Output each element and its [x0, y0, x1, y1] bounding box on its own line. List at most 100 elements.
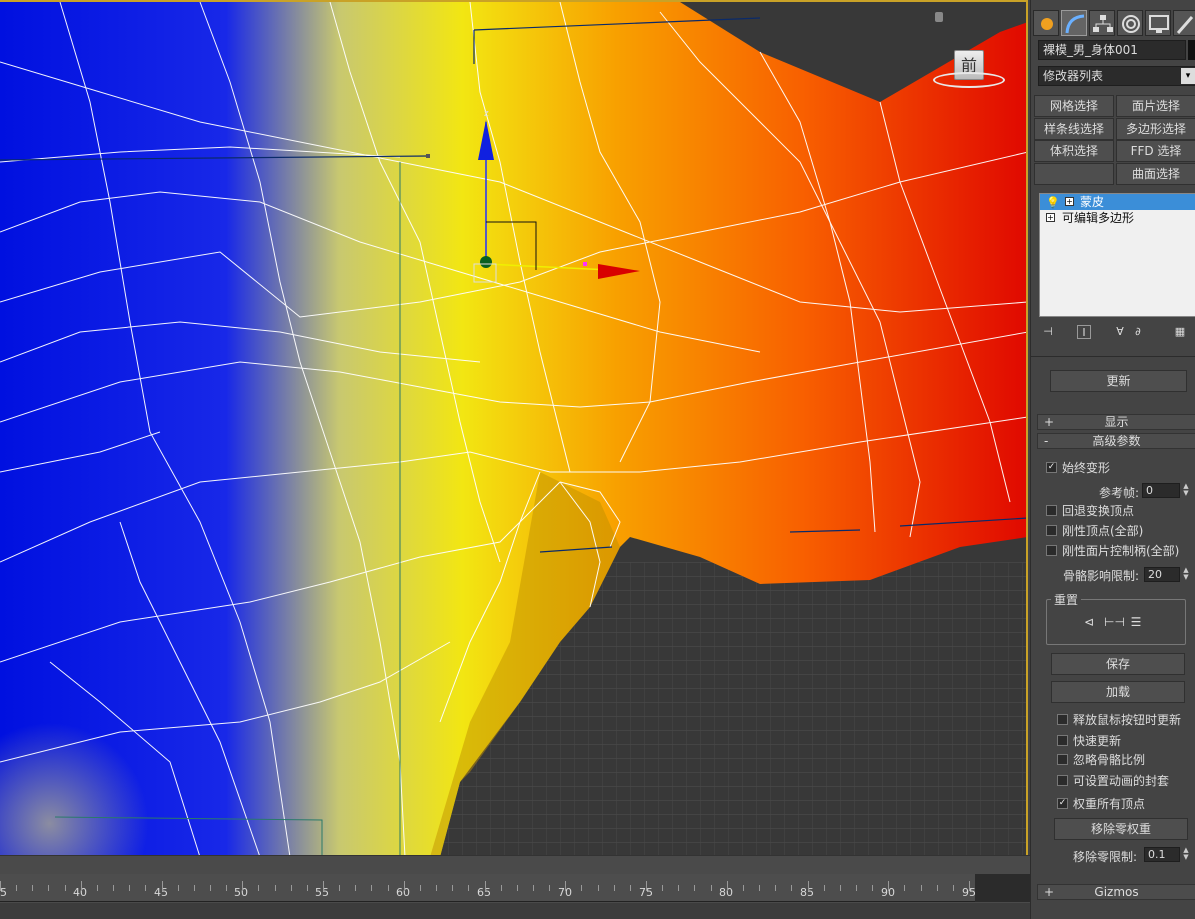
ruler-tick	[872, 885, 874, 891]
checkbox[interactable]	[1057, 775, 1068, 786]
expand-icon[interactable]: +	[1046, 213, 1055, 222]
expand-icon[interactable]: +	[1065, 197, 1074, 206]
stack-item-skin[interactable]: 💡 + 蒙皮	[1040, 194, 1195, 210]
divider	[1031, 356, 1195, 357]
make-unique-icon[interactable]: ∀	[1113, 325, 1127, 339]
rollout-advanced[interactable]: - 高级参数	[1037, 433, 1195, 449]
save-button[interactable]: 保存	[1051, 653, 1185, 675]
spinner-arrows-icon[interactable]: ▲ ▼	[1181, 567, 1191, 582]
lightbulb-icon[interactable]: 💡	[1046, 195, 1060, 211]
lock-icon[interactable]	[935, 12, 943, 22]
checkbox[interactable]	[1057, 735, 1068, 746]
configure-sets-icon[interactable]: ▦	[1173, 325, 1187, 339]
motion-tab-icon[interactable]	[1117, 10, 1143, 36]
spinner-arrows-icon[interactable]: ▲ ▼	[1181, 847, 1191, 862]
ruler-tick	[403, 881, 405, 891]
object-name-field[interactable]: 裸模_男_身体001	[1038, 40, 1186, 60]
spline-select-button[interactable]: 样条线选择	[1034, 118, 1114, 140]
ruler-tick	[0, 881, 1, 891]
perspective-viewport[interactable]: z 前	[0, 0, 1028, 855]
ruler-tick	[129, 885, 131, 891]
reset-all-icon[interactable]: ☰	[1128, 615, 1144, 629]
checkbox[interactable]	[1057, 754, 1068, 765]
remove-zero-weights-button[interactable]: 移除零权重	[1054, 818, 1188, 840]
skin-weight-mesh: z	[0, 2, 1026, 855]
ruler-tick	[823, 885, 825, 891]
create-tab-icon[interactable]	[1033, 10, 1059, 36]
ruler-tick	[113, 885, 115, 891]
ruler-tick	[387, 885, 389, 891]
ruler-tick	[839, 885, 841, 891]
ruler-tick	[532, 885, 534, 891]
spinner-arrows-icon[interactable]: ▲ ▼	[1181, 483, 1191, 498]
timeline[interactable]: 5 40 45 50 55 60 65 70 75 80 85 90 95	[0, 855, 1030, 919]
patch-select-button[interactable]: 面片选择	[1116, 95, 1195, 117]
remove-zero-limit-spinner[interactable]: 0.1	[1144, 847, 1180, 862]
show-end-result-icon[interactable]: Ι	[1077, 325, 1091, 339]
pin-stack-icon[interactable]: ⊣	[1041, 325, 1055, 339]
chevron-down-icon[interactable]: ▾	[1181, 68, 1195, 84]
object-color-swatch[interactable]	[1188, 40, 1195, 60]
command-panel-tabs	[1031, 6, 1195, 36]
checkbox[interactable]	[1046, 505, 1057, 516]
display-tab-icon[interactable]	[1145, 10, 1171, 36]
checkbox-label: 快速更新	[1073, 734, 1122, 748]
ref-frame-spinner[interactable]: 0	[1142, 483, 1180, 498]
bone-limit-spinner[interactable]: 20	[1144, 567, 1180, 582]
ruler-tick	[742, 885, 744, 891]
ruler-tick	[597, 885, 599, 891]
ruler-tick	[694, 885, 696, 891]
checkbox[interactable]: ✓	[1046, 462, 1057, 473]
ruler-tick	[32, 885, 34, 891]
ruler-tick	[193, 885, 195, 891]
ruler-tick	[161, 881, 163, 891]
load-button[interactable]: 加载	[1051, 681, 1185, 703]
remove-modifier-icon[interactable]: ∂	[1131, 325, 1145, 339]
vol-select-button[interactable]: 体积选择	[1034, 140, 1114, 162]
status-bar	[0, 903, 1030, 919]
ruler-tick	[565, 881, 567, 891]
stack-item-editable-poly[interactable]: + 可编辑多边形	[1040, 210, 1195, 226]
update-button[interactable]: 更新	[1050, 370, 1187, 392]
modifier-list-dropdown[interactable]: 修改器列表 ▾	[1038, 66, 1195, 86]
rollout-display[interactable]: + 显示	[1037, 414, 1195, 430]
reset-bone-icon[interactable]: ⊢⊣	[1104, 615, 1125, 629]
tick-label: 5	[0, 886, 7, 899]
ruler-tick	[355, 885, 357, 891]
ffd-select-button[interactable]: FFD 选择	[1116, 140, 1195, 162]
viewcube-ring[interactable]	[933, 72, 1005, 88]
remove-zero-limit-label: 移除零限制:	[1073, 850, 1138, 864]
ref-frame-label: 参考帧:	[1099, 486, 1140, 500]
hierarchy-tab-icon[interactable]	[1089, 10, 1115, 36]
ruler-tick	[904, 885, 906, 891]
mesh-select-button[interactable]: 网格选择	[1034, 95, 1114, 117]
ruler-tick	[468, 885, 470, 891]
poly-select-button[interactable]: 多边形选择	[1116, 118, 1195, 140]
ruler-tick	[209, 885, 211, 891]
checkbox[interactable]	[1057, 714, 1068, 725]
modifier-stack[interactable]: 💡 + 蒙皮 + 可编辑多边形	[1039, 193, 1195, 317]
checkbox[interactable]	[1046, 525, 1057, 536]
checkbox-label: 始终变形	[1062, 461, 1111, 475]
ruler-tick	[242, 881, 244, 891]
ruler-tick	[855, 885, 857, 891]
rollout-gizmos[interactable]: + Gizmos	[1037, 884, 1195, 900]
empty-preset-button[interactable]	[1034, 163, 1114, 185]
checkbox[interactable]: ✓	[1057, 798, 1068, 809]
ruler-tick	[952, 885, 954, 891]
tick-label: 55	[315, 886, 329, 899]
rollout-title: 显示	[1104, 415, 1129, 429]
modifier-list-label: 修改器列表	[1043, 69, 1104, 83]
checkbox[interactable]	[1046, 545, 1057, 556]
time-ruler[interactable]: 5 40 45 50 55 60 65 70 75 80 85 90 95	[0, 874, 1030, 902]
ruler-tick	[419, 885, 421, 891]
surface-select-button[interactable]: 曲面选择	[1116, 163, 1195, 185]
ruler-tick	[710, 885, 712, 891]
reset-vertex-icon[interactable]: ⊲	[1081, 615, 1097, 629]
ruler-tick	[629, 885, 631, 891]
utilities-tab-icon[interactable]	[1173, 10, 1195, 36]
ruler-tick	[323, 881, 324, 891]
modify-tab-icon[interactable]	[1061, 10, 1087, 36]
ruler-tick	[516, 885, 518, 891]
command-panel: 裸模_男_身体001 修改器列表 ▾ 网格选择 面片选择 样条线选择 多边形选择…	[1030, 0, 1195, 919]
